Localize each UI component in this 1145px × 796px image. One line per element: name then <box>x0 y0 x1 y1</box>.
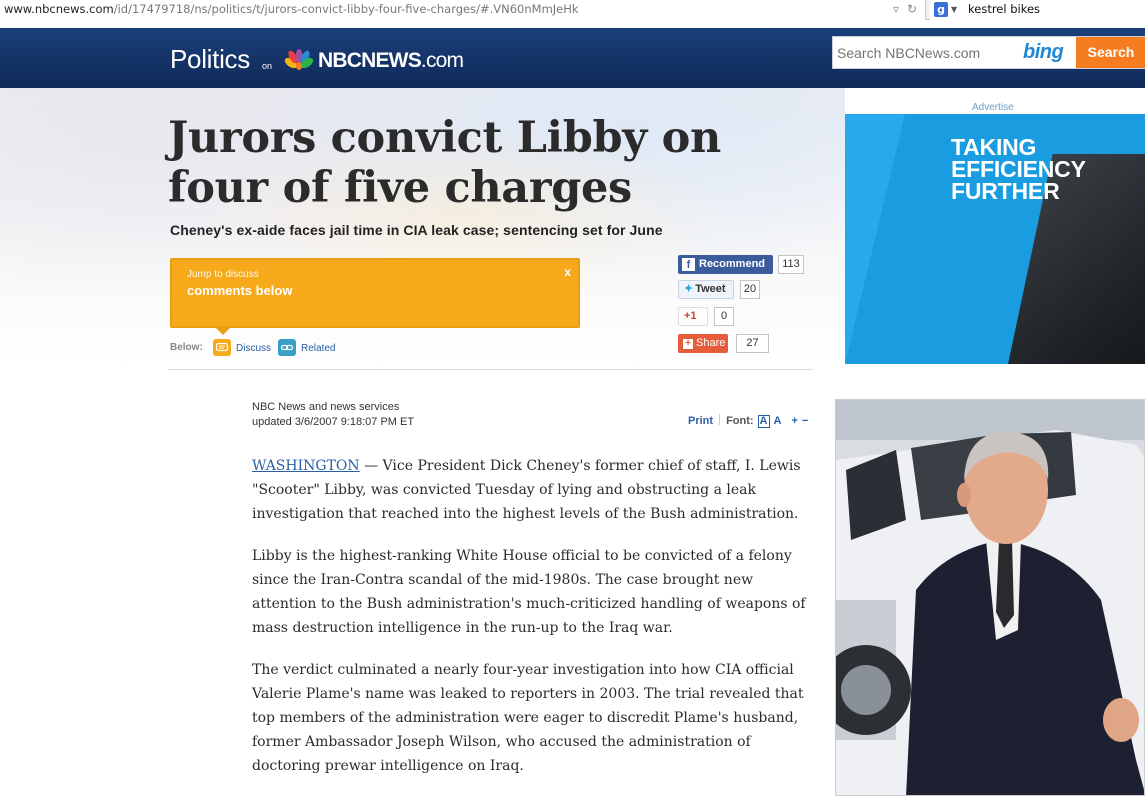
tweet-button[interactable]: ✦ Tweet <box>678 280 734 299</box>
article-paragraph: The verdict culminated a nearly four-yea… <box>252 662 804 774</box>
recommend-count: 113 <box>778 255 804 274</box>
ad-line-1: TAKING <box>951 134 1037 160</box>
brand-name: NBCNEWS <box>318 49 422 72</box>
article-source: NBC News and news services updated 3/6/2… <box>252 400 414 430</box>
site-header: Politics on NBCNEWS.com bing Search <box>0 28 1145 88</box>
discuss-box-big-text: comments below <box>187 283 293 298</box>
article-body: WASHINGTON — Vice President Dick Cheney'… <box>252 454 820 796</box>
close-icon[interactable]: x <box>564 265 571 279</box>
source-name: NBC News and news services <box>252 401 400 413</box>
bing-logo: bing <box>1023 41 1064 63</box>
dropdown-arrow-icon[interactable]: ▿ <box>888 0 904 19</box>
google-plus-count: 0 <box>714 307 734 326</box>
twitter-bird-icon: ✦ <box>684 283 694 295</box>
browser-search-query[interactable]: kestrel bikes <box>968 0 1040 19</box>
address-bar[interactable]: www.nbcnews.com/id/17479718/ns/politics/… <box>0 0 926 20</box>
brand-on-text: on <box>262 61 273 71</box>
discuss-link[interactable]: Discuss <box>236 343 271 354</box>
facebook-icon: f <box>682 258 695 271</box>
jump-to-discuss-box[interactable]: Jump to discuss comments below x <box>170 258 580 335</box>
nbcnews-logo[interactable]: NBCNEWS.com <box>318 49 464 73</box>
ad-line-2: EFFICIENCY <box>951 156 1086 182</box>
photo-illustration <box>836 400 1144 795</box>
chevron-down-icon[interactable]: ▼ <box>951 0 957 19</box>
advertisement-banner[interactable]: TAKING EFFICIENCY FURTHER <box>845 114 1145 364</box>
search-button[interactable]: Search <box>1076 37 1145 68</box>
tweet-label: Tweet <box>695 283 726 295</box>
font-increase-button[interactable]: + <box>791 415 797 427</box>
ad-decoration <box>845 114 905 364</box>
url-host: www.nbcnews.com <box>4 2 114 16</box>
article-paragraph: WASHINGTON — Vice President Dick Cheney'… <box>252 454 820 526</box>
article-paragraph: Libby is the highest-ranking White House… <box>252 548 806 636</box>
share-count: 27 <box>736 334 769 353</box>
font-label: Font: <box>726 415 754 427</box>
divider <box>168 369 813 370</box>
discuss-box-pointer <box>216 328 230 335</box>
section-title[interactable]: Politics <box>170 44 250 75</box>
google-plus-icon[interactable]: +1 <box>678 307 708 326</box>
reload-icon[interactable]: ↻ <box>904 0 920 19</box>
peacock-logo-icon[interactable] <box>283 48 315 72</box>
article-photo[interactable] <box>835 399 1145 796</box>
url-path: /id/17479718/ns/politics/t/jurors-convic… <box>113 2 579 16</box>
updated-timestamp: updated 3/6/2007 9:18:07 PM ET <box>252 416 415 428</box>
related-link[interactable]: Related <box>301 343 335 354</box>
site-search: bing Search <box>832 36 1145 69</box>
tools-separator <box>719 414 721 425</box>
browser-toolbar: www.nbcnews.com/id/17479718/ns/politics/… <box>0 0 1145 20</box>
recommend-label: Recommend <box>699 258 766 270</box>
below-label: Below: <box>170 342 203 353</box>
google-search-engine-icon[interactable]: g <box>934 2 948 17</box>
dateline-link[interactable]: WASHINGTON <box>252 458 360 474</box>
speech-bubble-icon[interactable] <box>213 339 231 356</box>
address-bar-icons: ▿ ↻ <box>888 0 924 20</box>
article-subhead: Cheney's ex-aide faces jail time in CIA … <box>170 222 663 238</box>
article-headline: Jurors convict Libby on four of five cha… <box>168 113 721 213</box>
font-size-a[interactable]: A <box>774 415 782 427</box>
font-size-boxed-a[interactable]: A <box>757 415 770 428</box>
share-label: Share <box>696 337 726 349</box>
article-tools: Print Font: A A + − <box>688 414 808 428</box>
print-link[interactable]: Print <box>688 415 713 427</box>
share-button[interactable]: + Share <box>678 334 728 353</box>
share-icon: + <box>683 339 693 349</box>
site-search-input[interactable] <box>837 37 1017 68</box>
ad-headline: TAKING EFFICIENCY FURTHER <box>951 134 1086 204</box>
font-decrease-button[interactable]: − <box>802 415 808 427</box>
recommend-button[interactable]: f Recommend <box>678 255 773 274</box>
tweet-count: 20 <box>740 280 760 299</box>
advertise-label[interactable]: Advertise <box>972 102 1014 113</box>
ad-line-3: FURTHER <box>951 178 1060 204</box>
browser-search-box[interactable]: g ▼ kestrel bikes <box>930 0 1145 20</box>
brand-suffix: .com <box>420 49 464 72</box>
link-icon[interactable] <box>278 339 296 356</box>
discuss-box-small-text: Jump to discuss <box>187 269 259 280</box>
